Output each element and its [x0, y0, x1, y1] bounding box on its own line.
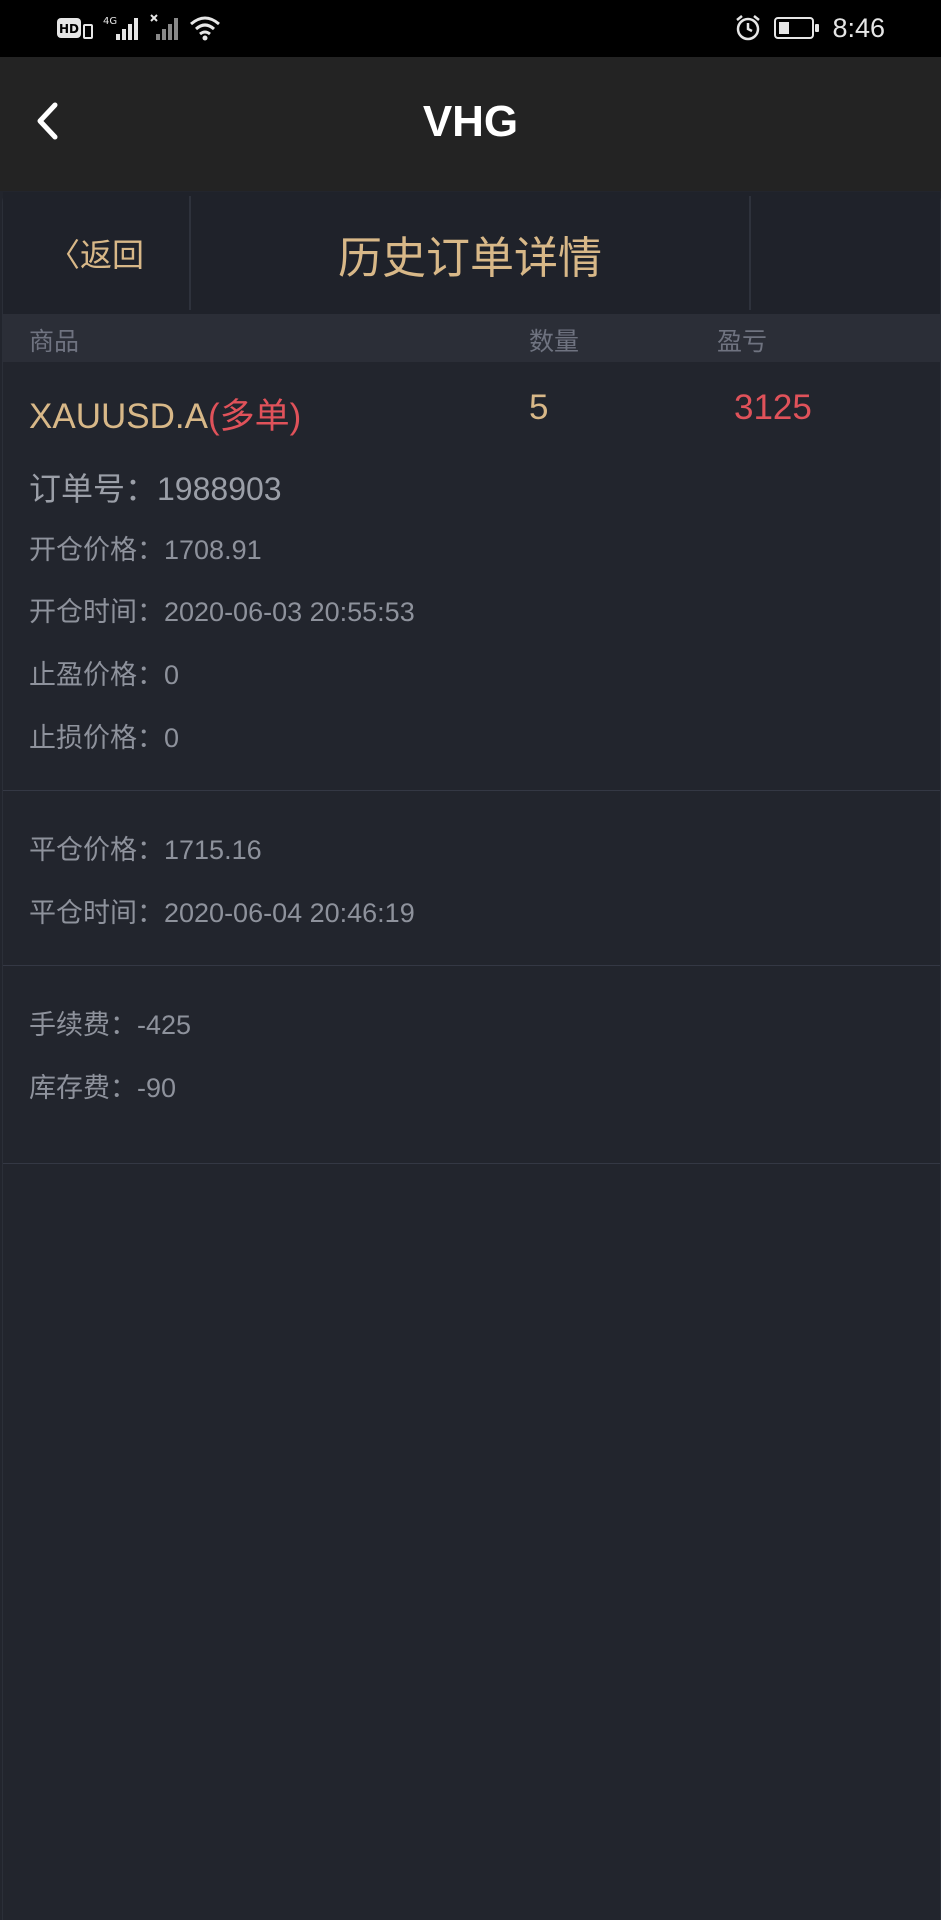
status-left-icons: HD 4G	[56, 13, 222, 43]
take-profit-price: 止盈价格：0	[29, 660, 180, 690]
close-time: 平仓时间：2020-06-04 20:46:19	[29, 898, 415, 928]
order-direction: (多单)	[207, 397, 302, 436]
order-symbol: XAUUSD.A	[29, 397, 208, 436]
status-bar: HD 4G 8:46	[0, 0, 941, 57]
app-title: VHG	[422, 97, 519, 146]
hd-text: HD	[59, 22, 79, 36]
sub-header: 〈返回 历史订单详情	[3, 192, 940, 314]
header-divider	[749, 196, 751, 310]
open-time: 开仓时间：2020-06-03 20:55:53	[29, 597, 415, 627]
order-number: 订单号：1988903	[29, 471, 282, 507]
column-quantity: 数量	[529, 327, 580, 356]
order-product: XAUUSD.A(多单)	[29, 388, 301, 439]
network-type-text: 4G	[103, 16, 117, 27]
alarm-icon	[736, 15, 761, 41]
wifi-icon	[190, 16, 220, 41]
section-divider	[3, 790, 940, 791]
swap-fee: 库存费：-90	[29, 1073, 177, 1103]
order-detail-panel: 〈返回 历史订单详情 商品 数量 盈亏 XAUUSD.A(多单) 5 3125 …	[2, 192, 941, 1920]
order-quantity: 5	[529, 388, 549, 427]
status-right-icons: 8:46	[734, 11, 885, 45]
hd-icon: HD	[57, 18, 93, 39]
column-header: 商品 数量 盈亏	[3, 314, 940, 362]
order-profit: 3125	[734, 388, 812, 427]
column-profit: 盈亏	[717, 327, 768, 356]
page-title: 历史订单详情	[338, 233, 602, 284]
return-button[interactable]: 〈返回	[3, 192, 189, 314]
app-bar: VHG	[0, 57, 941, 191]
stop-loss-price: 止损价格：0	[29, 723, 180, 753]
signal-icon: 4G	[103, 16, 138, 40]
close-price: 平仓价格：1715.16	[29, 835, 262, 865]
section-divider	[3, 1163, 940, 1164]
status-time: 8:46	[832, 12, 885, 43]
battery-icon	[774, 17, 820, 39]
commission: 手续费：-425	[29, 1010, 192, 1040]
open-price: 开仓价格：1708.91	[29, 535, 262, 565]
section-divider	[3, 965, 940, 966]
signal-no-sim-icon	[150, 14, 178, 40]
column-product: 商品	[29, 327, 80, 356]
